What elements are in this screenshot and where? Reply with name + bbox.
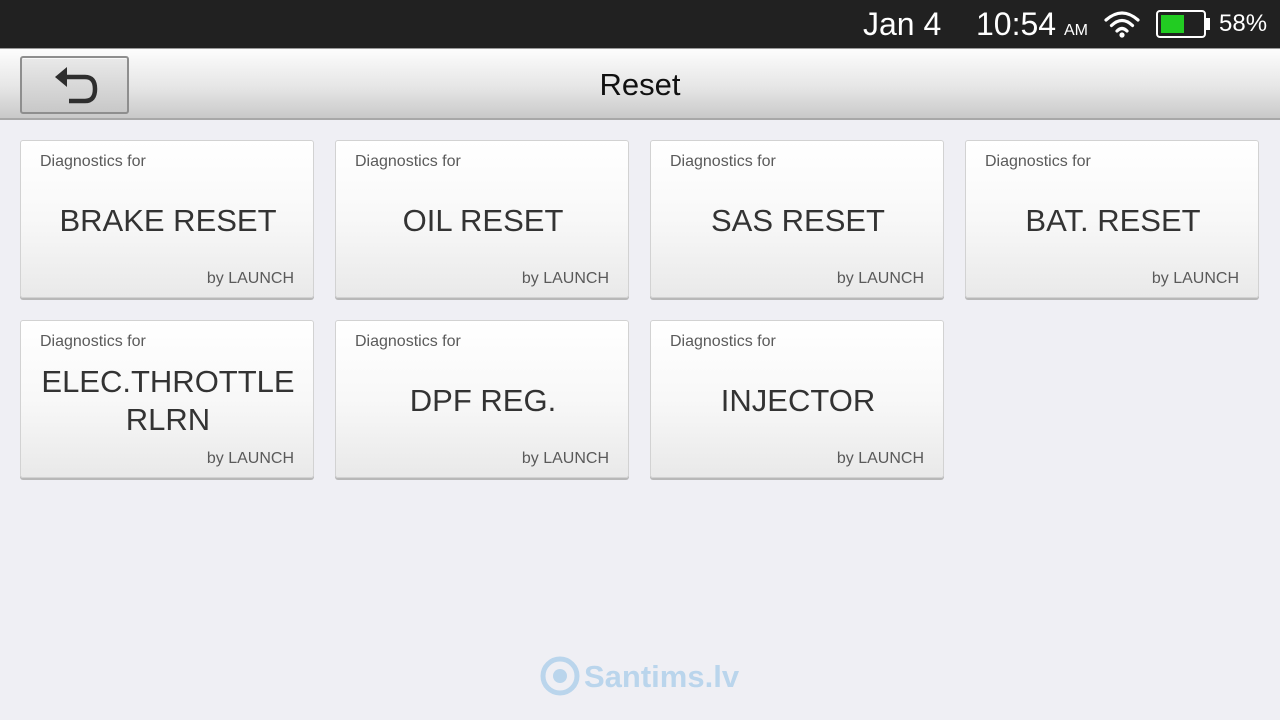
- tile-sas-reset[interactable]: Diagnostics for SAS RESET by LAUNCH: [650, 140, 944, 298]
- tile-name: OIL RESET: [402, 203, 564, 238]
- watermark-logo-icon: [540, 656, 580, 696]
- tile-name: INJECTOR: [720, 383, 876, 418]
- tile-dpf-reg[interactable]: Diagnostics for DPF REG. by LAUNCH: [335, 320, 629, 478]
- wifi-icon: [1104, 11, 1140, 38]
- back-arrow-icon: [55, 67, 98, 104]
- tile-name: DPF REG.: [409, 383, 557, 418]
- tile-brand: by LAUNCH: [521, 450, 609, 467]
- tile-brand: by LAUNCH: [206, 450, 294, 467]
- battery-fill: [1161, 15, 1185, 33]
- tile-elec-throttle-rlrn[interactable]: Diagnostics for ELEC.THROTTLE RLRN by LA…: [20, 320, 314, 478]
- tile-name: SAS RESET: [711, 203, 885, 238]
- tile-injector[interactable]: Diagnostics for INJECTOR by LAUNCH: [650, 320, 944, 478]
- battery-percent: 58%: [1219, 10, 1268, 37]
- tile-brand: by LAUNCH: [206, 270, 294, 287]
- tile-brand: by LAUNCH: [836, 270, 924, 287]
- watermark: Santims.lv: [540, 656, 750, 700]
- tile-name: BRAKE RESET: [59, 203, 277, 238]
- battery-body: [1156, 10, 1206, 38]
- tile-bat-reset[interactable]: Diagnostics for BAT. RESET by LAUNCH: [965, 140, 1259, 298]
- battery-tip: [1206, 18, 1210, 30]
- status-ampm: AM: [1064, 22, 1088, 39]
- reset-tile-grid: Diagnostics for BRAKE RESET by LAUNCH Di…: [20, 140, 1260, 480]
- tile-brake-reset[interactable]: Diagnostics for BRAKE RESET by LAUNCH: [20, 140, 314, 298]
- watermark-text: Santims.lv: [584, 659, 740, 694]
- tile-brand: by LAUNCH: [836, 450, 924, 467]
- tile-name: ELEC.THROTTLE RLRN: [41, 364, 295, 437]
- status-date: Jan 4: [863, 6, 942, 42]
- status-bar: Jan 4 10:54 AM 58%: [0, 0, 1280, 48]
- status-time: 10:54: [976, 6, 1057, 42]
- tile-brand: by LAUNCH: [1151, 270, 1239, 287]
- title-bar: Reset: [0, 48, 1280, 120]
- back-button[interactable]: [20, 56, 129, 114]
- battery-icon: [1156, 10, 1210, 38]
- page-title: Reset: [599, 67, 681, 102]
- tile-brand: by LAUNCH: [521, 270, 609, 287]
- tile-oil-reset[interactable]: Diagnostics for OIL RESET by LAUNCH: [335, 140, 629, 298]
- tile-name: BAT. RESET: [1025, 203, 1201, 238]
